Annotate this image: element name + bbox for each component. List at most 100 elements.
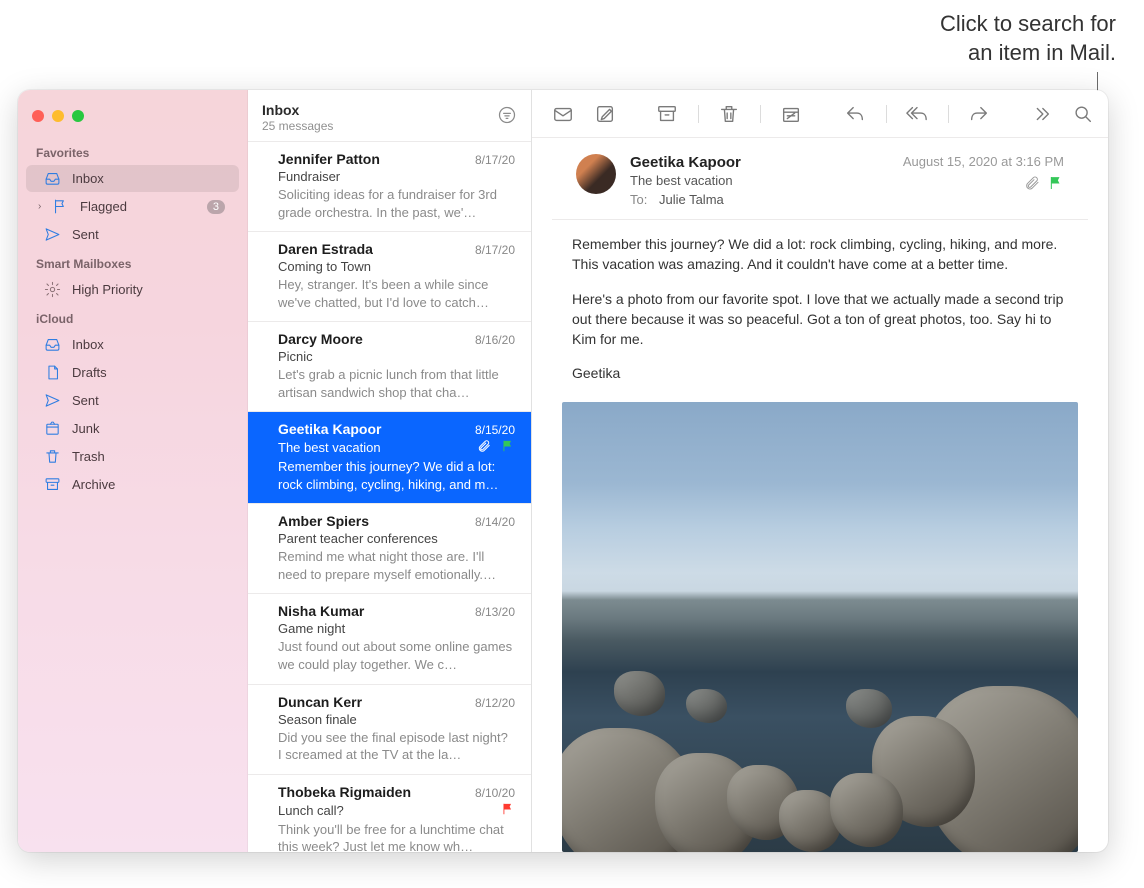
message-subject: Game night [278, 621, 515, 636]
sidebar-item-flagged[interactable]: › Flagged 3 [26, 193, 239, 220]
sidebar-section-icloud: iCloud [18, 304, 247, 330]
flag-icon[interactable] [1048, 175, 1064, 194]
message-subject: Fundraiser [278, 169, 515, 184]
attachment-icon [477, 439, 491, 456]
message-sender: Daren Estrada [278, 241, 475, 257]
sidebar: Favorites Inbox › Flagged 3 Sent Smart M… [18, 90, 248, 852]
message-preview: Hey, stranger. It's been a while since w… [278, 276, 515, 311]
message-subject: Parent teacher conferences [278, 531, 515, 546]
message-preview: Just found out about some online games w… [278, 638, 515, 673]
message-item[interactable]: Geetika Kapoor8/15/20The best vacationRe… [248, 412, 531, 504]
message-date: 8/17/20 [475, 243, 515, 257]
message-body: Remember this journey? We did a lot: roc… [532, 220, 1108, 852]
sidebar-item-drafts[interactable]: Drafts [26, 359, 239, 386]
message-subject: Season finale [278, 712, 515, 727]
callout-line1: Click to search for [940, 10, 1116, 39]
sidebar-item-trash[interactable]: Trash [26, 443, 239, 470]
sidebar-item-label: Inbox [72, 337, 225, 352]
message-header: Geetika Kapoor The best vacation To: Jul… [552, 138, 1088, 220]
message-sender: Amber Spiers [278, 513, 475, 529]
message-item[interactable]: Thobeka Rigmaiden8/10/20 Lunch call? Think… [248, 775, 531, 852]
sidebar-item-icloud-sent[interactable]: Sent [26, 387, 239, 414]
sidebar-item-archive[interactable]: Archive [26, 471, 239, 498]
message-sender: Duncan Kerr [278, 694, 475, 710]
message-item[interactable]: Amber Spiers8/14/20Parent teacher confer… [248, 504, 531, 594]
delete-button[interactable] [718, 103, 740, 125]
attached-photo [562, 402, 1078, 852]
sidebar-item-label: Drafts [72, 365, 225, 380]
message-subject: Lunch call? [278, 802, 515, 819]
inbox-icon [42, 336, 62, 353]
to-recipient: Julie Talma [659, 192, 724, 207]
body-paragraph: Here's a photo from our favorite spot. I… [572, 289, 1068, 350]
sidebar-item-label: Flagged [80, 199, 207, 214]
archive-button[interactable] [656, 103, 678, 125]
forward-button[interactable] [968, 103, 990, 125]
filter-button[interactable] [497, 105, 517, 130]
sidebar-item-label: Inbox [72, 171, 225, 186]
body-signature: Geetika [572, 363, 1068, 383]
message-subject: The best vacation [278, 439, 515, 456]
sidebar-item-sent[interactable]: Sent [26, 221, 239, 248]
message-list-header: Inbox 25 messages [248, 90, 531, 142]
junk-icon [42, 420, 62, 437]
compose-button[interactable] [594, 103, 616, 125]
message-item[interactable]: Daren Estrada8/17/20 Coming to Town Hey, s… [248, 232, 531, 322]
minimize-window-button[interactable] [52, 110, 64, 122]
mailbox-title: Inbox [262, 102, 497, 118]
window-controls [18, 100, 247, 138]
more-button[interactable] [1030, 103, 1052, 125]
sidebar-section-favorites: Favorites [18, 138, 247, 164]
body-paragraph: Remember this journey? We did a lot: roc… [572, 234, 1068, 275]
message-date: 8/16/20 [475, 333, 515, 347]
search-button[interactable] [1072, 103, 1094, 125]
flag-icon [501, 802, 515, 819]
mail-window: Favorites Inbox › Flagged 3 Sent Smart M… [18, 90, 1108, 852]
message-item[interactable]: Darcy Moore8/16/20PicnicLet's grab a pic… [248, 322, 531, 412]
message-date: 8/15/20 [475, 423, 515, 437]
message-item[interactable]: Nisha Kumar8/13/20 Game night Just found o… [248, 594, 531, 684]
reply-button[interactable] [844, 103, 866, 125]
flag-icon [50, 198, 70, 215]
help-callout: Click to search for an item in Mail. [940, 10, 1116, 67]
reply-all-button[interactable] [906, 103, 928, 125]
callout-line2: an item in Mail. [940, 39, 1116, 68]
sidebar-item-icloud-inbox[interactable]: Inbox [26, 331, 239, 358]
message-subject: The best vacation [630, 173, 889, 188]
message-item[interactable]: Jennifer Patton8/17/20FundraiserSoliciti… [248, 142, 531, 232]
flagged-count-badge: 3 [207, 200, 225, 214]
mailbox-count: 25 messages [262, 119, 497, 133]
message-timestamp: August 15, 2020 at 3:16 PM [903, 154, 1064, 169]
to-label: To: [630, 192, 647, 207]
toolbar [532, 90, 1108, 138]
message-list: Inbox 25 messages Jennifer Patton8/17/20… [248, 90, 532, 852]
message-to: To: Julie Talma [630, 192, 889, 207]
sidebar-item-label: Sent [72, 227, 225, 242]
message-preview: Think you'll be free for a lunchtime cha… [278, 821, 515, 852]
sidebar-item-junk[interactable]: Junk [26, 415, 239, 442]
message-subject: Picnic [278, 349, 515, 364]
message-subject: Coming to Town [278, 259, 515, 274]
sidebar-section-smart: Smart Mailboxes [18, 249, 247, 275]
get-mail-button[interactable] [552, 103, 574, 125]
message-date: 8/10/20 [475, 786, 515, 800]
sidebar-item-label: Archive [72, 477, 225, 492]
sidebar-item-inbox[interactable]: Inbox [26, 165, 239, 192]
sidebar-item-label: Trash [72, 449, 225, 464]
message-sender: Nisha Kumar [278, 603, 475, 619]
document-icon [42, 364, 62, 381]
sidebar-item-label: Sent [72, 393, 225, 408]
message-date: 8/17/20 [475, 153, 515, 167]
message-preview: Let's grab a picnic lunch from that litt… [278, 366, 515, 401]
sent-icon [42, 226, 62, 243]
message-preview: Soliciting ideas for a fundraiser for 3r… [278, 186, 515, 221]
message-from: Geetika Kapoor [630, 154, 889, 171]
sidebar-item-high-priority[interactable]: High Priority [26, 276, 239, 303]
message-item[interactable]: Duncan Kerr8/12/20Season finaleDid you s… [248, 685, 531, 775]
close-window-button[interactable] [32, 110, 44, 122]
junk-button[interactable] [780, 103, 802, 125]
zoom-window-button[interactable] [72, 110, 84, 122]
trash-icon [42, 448, 62, 465]
message-sender: Thobeka Rigmaiden [278, 784, 475, 800]
message-date: 8/13/20 [475, 605, 515, 619]
